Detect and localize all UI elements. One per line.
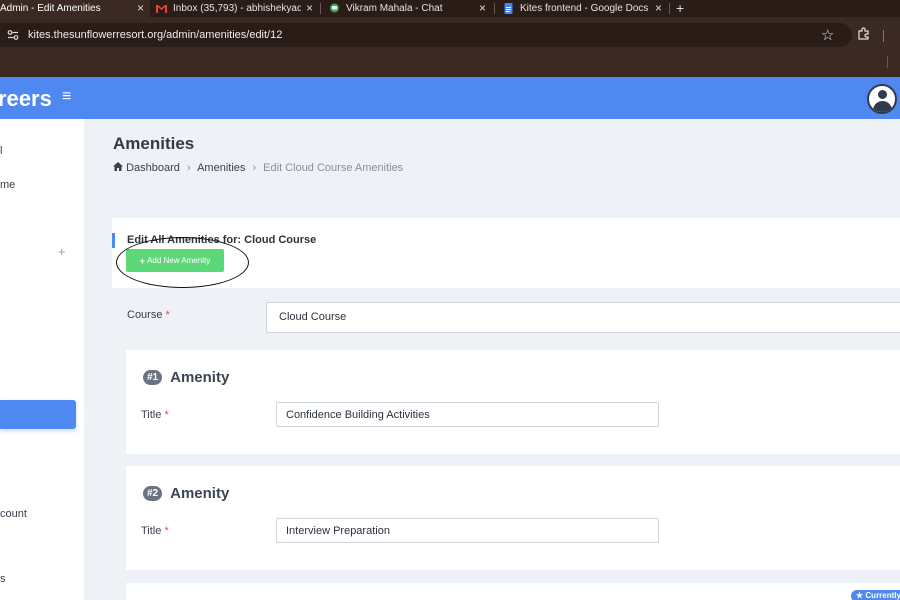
sidebar-item[interactable]: count	[0, 508, 27, 520]
user-avatar[interactable]	[867, 84, 897, 114]
avatar-head	[878, 90, 887, 99]
tab-chat[interactable]: Vikram Mahala - Chat ×	[329, 0, 492, 17]
menu-toggle-icon[interactable]: ≡	[62, 88, 71, 106]
course-label-text: Course	[127, 309, 163, 321]
expand-icon[interactable]: +	[58, 244, 66, 259]
bookmarks-separator	[887, 56, 888, 68]
docs-icon	[503, 3, 514, 14]
chevron-right-icon: ›	[252, 162, 257, 174]
app-header	[0, 77, 900, 119]
amenity-number-badge: #2	[143, 486, 163, 501]
browser-tab-strip: Admin - Edit Amenities × Inbox (35,793) …	[0, 0, 900, 17]
required-mark: *	[164, 525, 169, 537]
chevron-right-icon: ›	[186, 162, 191, 174]
status-badge-label: Currently	[865, 591, 900, 600]
sidebar-item[interactable]: me	[0, 179, 15, 191]
annotation-circle	[116, 237, 249, 288]
close-icon[interactable]: ×	[479, 0, 486, 16]
amenity-heading-text: Amenity	[170, 369, 230, 386]
amenity-title-input[interactable]	[276, 402, 659, 427]
sidebar-item[interactable]: s	[0, 573, 6, 585]
tab-label: Inbox (35,793) - abhishekyad	[173, 3, 301, 14]
toolbar-separator	[883, 30, 884, 42]
sidebar	[0, 119, 84, 600]
sidebar-item[interactable]: l	[0, 145, 2, 157]
extensions-icon[interactable]	[857, 27, 870, 43]
amenity-heading: #2 Amenity	[143, 485, 229, 502]
tab-edit-amenities[interactable]: Admin - Edit Amenities ×	[0, 0, 150, 17]
tab-separator	[669, 3, 670, 14]
amenity-heading-text: Amenity	[170, 485, 230, 502]
status-badge: ★ Currently	[851, 590, 900, 600]
sidebar-item-active[interactable]	[0, 400, 76, 429]
tab-inbox[interactable]: Inbox (35,793) - abhishekyad ×	[156, 0, 319, 17]
tab-google-docs[interactable]: Kites frontend - Google Docs ×	[503, 0, 668, 17]
tab-label: Kites frontend - Google Docs	[520, 3, 649, 14]
breadcrumb: Dashboard › Amenities › Edit Cloud Cours…	[113, 162, 403, 174]
title-label-text: Title	[141, 409, 162, 421]
chat-icon	[329, 3, 340, 14]
brand-logo[interactable]: reers	[0, 86, 52, 112]
tab-label: Admin - Edit Amenities	[0, 3, 101, 14]
amenity-title-input[interactable]	[276, 518, 659, 543]
required-mark: *	[165, 309, 170, 321]
close-icon[interactable]: ×	[655, 0, 662, 16]
course-select-value: Cloud Course	[279, 311, 347, 323]
star-icon: ★	[856, 591, 864, 600]
breadcrumb-amenities[interactable]: Amenities	[197, 162, 245, 174]
new-tab-button[interactable]: +	[676, 0, 684, 16]
close-icon[interactable]: ×	[137, 0, 144, 16]
breadcrumb-current: Edit Cloud Course Amenities	[263, 162, 404, 174]
site-settings-icon[interactable]	[7, 29, 19, 41]
required-mark: *	[164, 409, 169, 421]
title-label: Title *	[141, 525, 169, 537]
url-text[interactable]: kites.thesunflowerresort.org/admin/ameni…	[28, 29, 282, 41]
bookmark-star-icon[interactable]: ☆	[821, 26, 834, 44]
amenity-card	[126, 583, 900, 600]
tab-separator	[494, 3, 495, 14]
course-select[interactable]: Cloud Course	[266, 302, 900, 333]
amenity-heading: #1 Amenity	[143, 369, 229, 386]
tab-separator	[320, 3, 321, 14]
bookmarks-bar	[0, 52, 900, 77]
course-label: Course *	[127, 309, 170, 321]
amenity-number-badge: #1	[143, 370, 163, 385]
title-label-text: Title	[141, 525, 162, 537]
tab-label: Vikram Mahala - Chat	[346, 3, 443, 14]
page-title: Amenities	[113, 134, 195, 153]
card-accent-bar	[112, 233, 115, 248]
title-label: Title *	[141, 409, 169, 421]
close-icon[interactable]: ×	[306, 0, 313, 16]
gmail-icon	[156, 3, 167, 14]
avatar-body	[873, 101, 892, 112]
home-icon	[113, 162, 126, 174]
breadcrumb-dashboard[interactable]: Dashboard	[126, 162, 180, 174]
